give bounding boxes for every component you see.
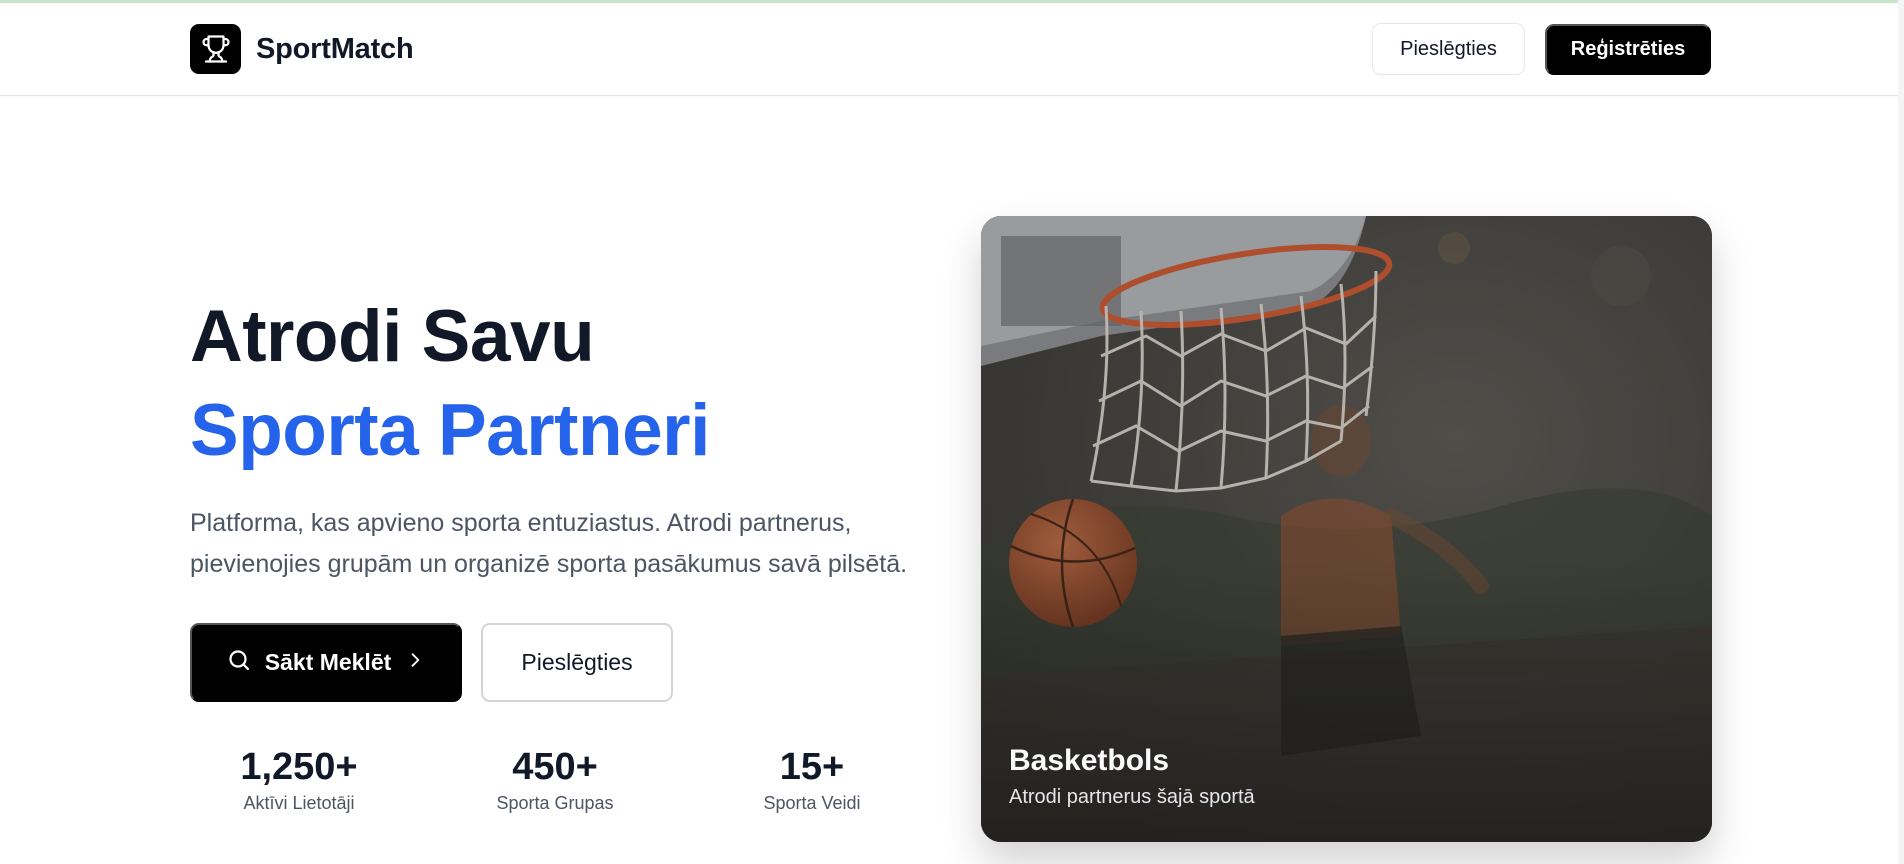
- brand-name: SportMatch: [256, 32, 414, 65]
- stat-value: 15+: [779, 746, 845, 788]
- page-scrollbar[interactable]: [1898, 0, 1904, 864]
- hero-login-button[interactable]: Pieslēgties: [481, 623, 673, 702]
- navbar: SportMatch Pieslēgties Reģistrēties: [0, 3, 1898, 96]
- stat-sport-groups: 450+ Sporta Grupas: [455, 744, 655, 814]
- featured-sport-card[interactable]: Basketbols Atrodi partnerus šajā sportā: [981, 216, 1712, 842]
- stat-active-users: 1,250+ Aktīvi Lietotāji: [199, 744, 399, 814]
- stat-label: Aktīvi Lietotāji: [243, 793, 355, 813]
- trophy-icon: [190, 24, 241, 74]
- start-search-label: Sākt Meklēt: [264, 649, 392, 675]
- brand[interactable]: SportMatch: [190, 24, 414, 74]
- hero-title-line1: Atrodi Savu: [190, 296, 595, 377]
- hero-title: Atrodi Savu Sporta Partneri: [190, 290, 710, 478]
- nav-login-button[interactable]: Pieslēgties: [1372, 23, 1525, 75]
- stat-label: Sporta Grupas: [496, 793, 614, 813]
- chevron-right-icon: [405, 649, 425, 676]
- stat-sport-types: 15+ Sporta Veidi: [712, 744, 912, 814]
- stat-value: 1,250+: [240, 746, 358, 788]
- hero-description: Platforma, kas apvieno sporta entuziastu…: [190, 509, 908, 578]
- card-title: Basketbols: [1009, 744, 1170, 777]
- hero-title-line2: Sporta Partneri: [190, 390, 710, 471]
- card-subtitle: Atrodi partnerus šajā sportā: [1009, 786, 1255, 808]
- stat-value: 450+: [512, 746, 598, 788]
- search-icon: [227, 648, 251, 678]
- start-search-button[interactable]: Sākt Meklēt: [190, 623, 462, 702]
- nav-register-button[interactable]: Reģistrēties: [1545, 24, 1711, 75]
- stat-label: Sporta Veidi: [763, 793, 861, 813]
